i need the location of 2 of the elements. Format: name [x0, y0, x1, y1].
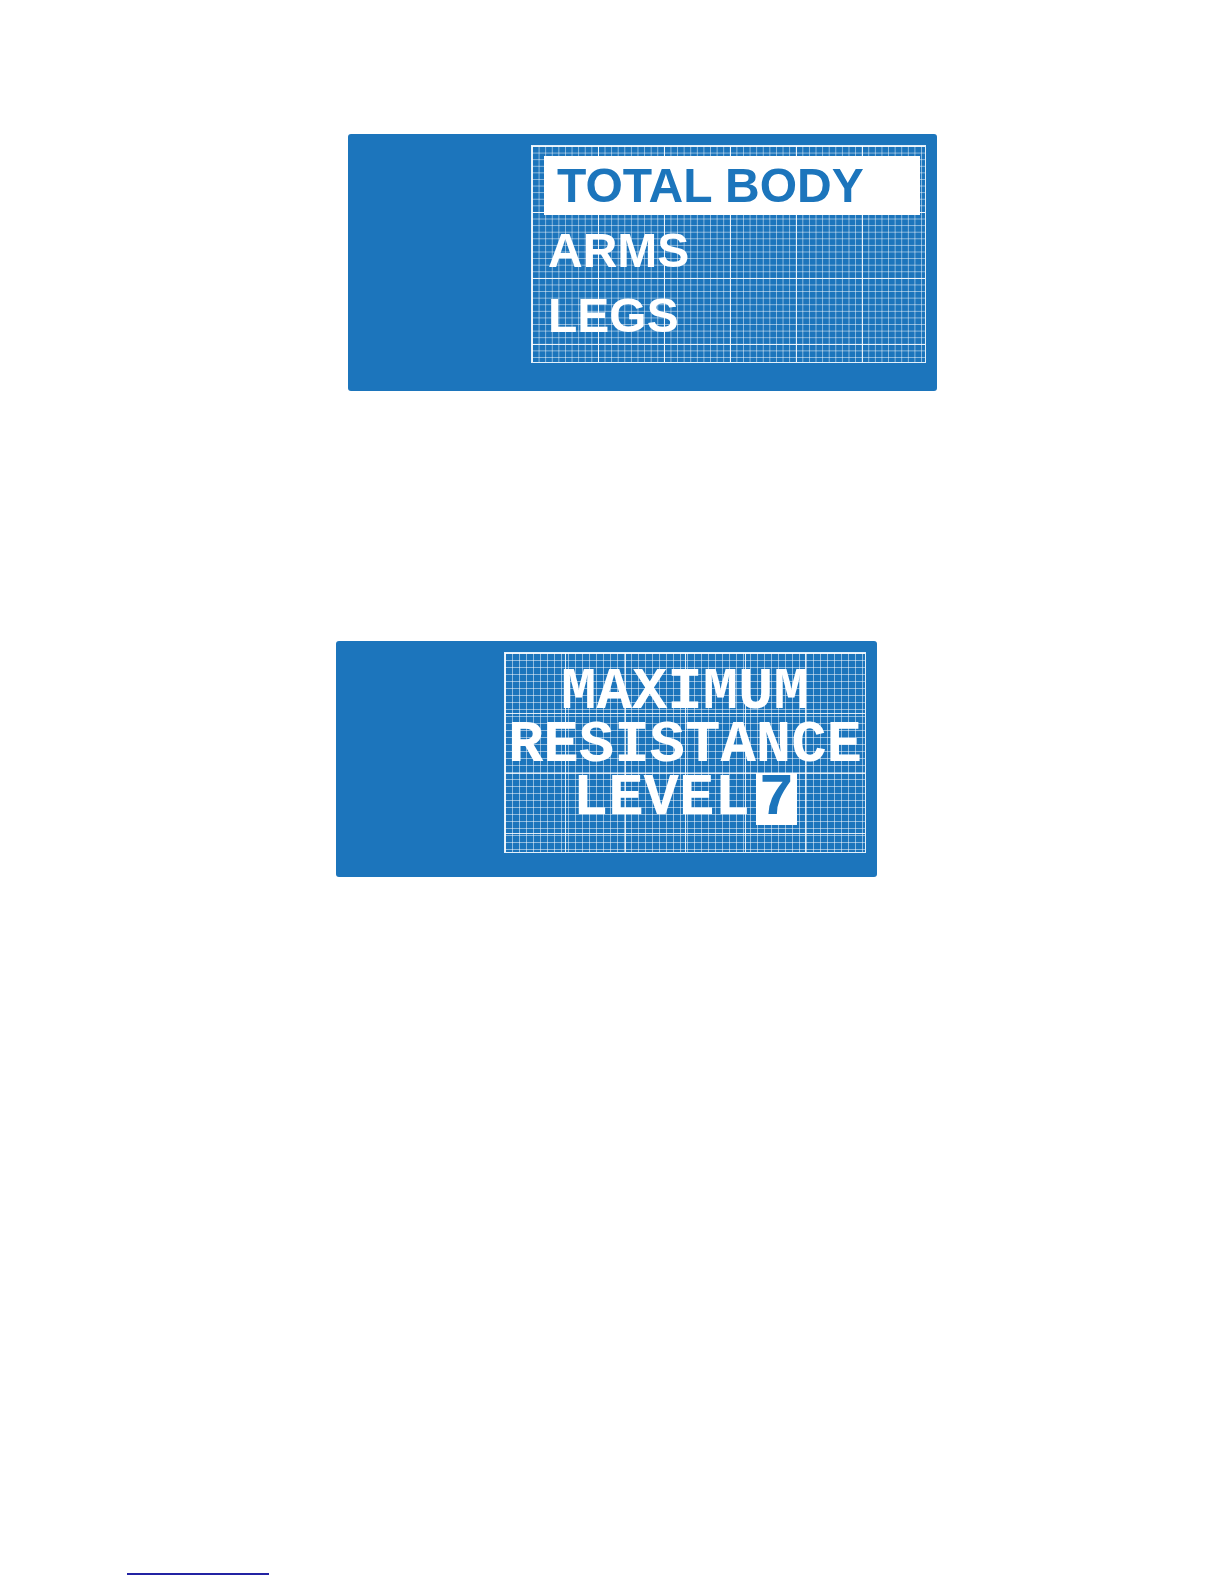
menu-item[interactable]: TOTAL BODY [544, 156, 920, 215]
level-value: 7 [755, 772, 798, 825]
